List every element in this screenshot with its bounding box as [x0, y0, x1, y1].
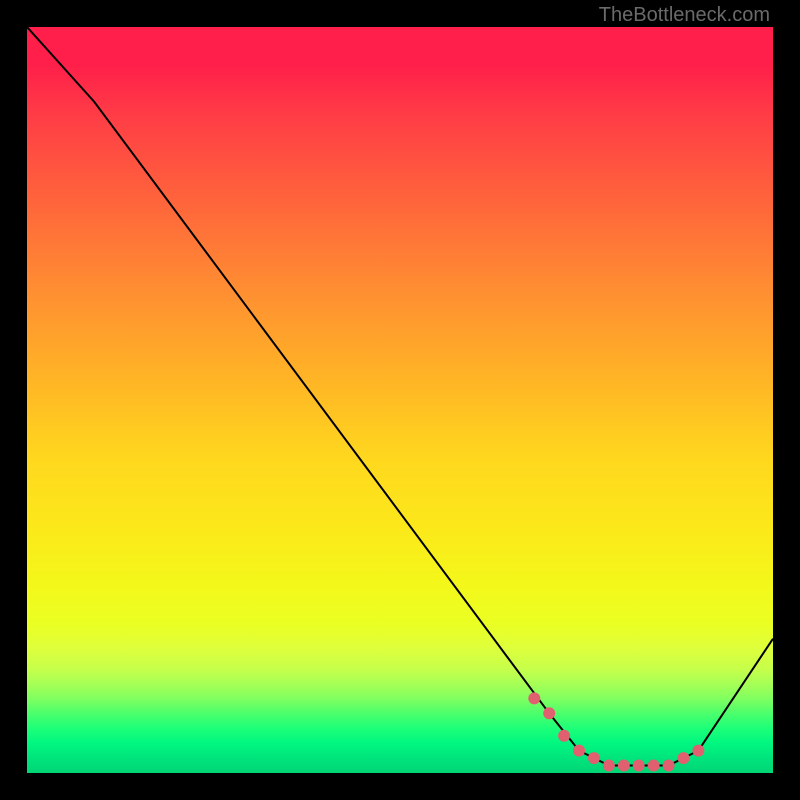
highlight-dot — [648, 760, 660, 772]
highlight-dots — [528, 692, 704, 771]
highlight-dot — [618, 760, 630, 772]
highlight-dot — [573, 745, 585, 757]
highlight-dot — [528, 692, 540, 704]
highlight-dot — [603, 760, 615, 772]
highlight-dot — [663, 760, 675, 772]
highlight-dot — [678, 752, 690, 764]
highlight-dot — [558, 730, 570, 742]
curve-line — [27, 27, 773, 766]
highlight-dot — [588, 752, 600, 764]
highlight-dot — [543, 707, 555, 719]
highlight-dot — [633, 760, 645, 772]
chart-container: TheBottleneck.com — [0, 0, 800, 800]
highlight-dot — [692, 745, 704, 757]
attribution-text: TheBottleneck.com — [599, 4, 770, 27]
chart-svg — [27, 27, 773, 773]
